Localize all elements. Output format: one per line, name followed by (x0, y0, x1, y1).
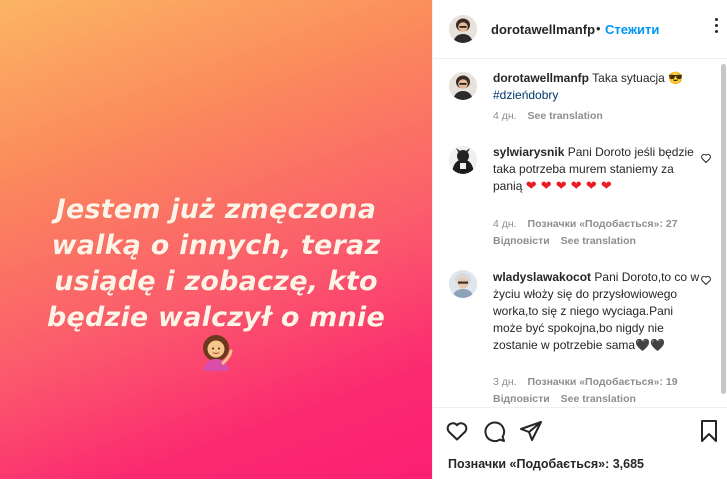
header-username[interactable]: dorotawellmanfp (491, 22, 595, 37)
comment-meta: 3 дн. Позначки «Подобається»: 19 (493, 376, 678, 388)
comments-list[interactable]: dorotawellmanfp Taka sytuacja 😎 #dzieńdo… (433, 59, 727, 406)
quote-text: Jestem już zmęczona walką o innych, tera… (14, 192, 418, 336)
follow-button[interactable]: Стежити (605, 22, 659, 37)
separator-dot: • (596, 21, 601, 36)
like-heart-icon[interactable] (445, 419, 469, 443)
scrollbar-thumb[interactable] (721, 64, 726, 394)
post-likes-count[interactable]: Позначки «Подобається»: 3,685 (448, 457, 644, 471)
comment-meta: 4 дн. Позначки «Подобається»: 27 (493, 218, 678, 230)
hashtag-link[interactable]: #dzieńdobry (493, 88, 558, 102)
see-translation-link[interactable]: See translation (561, 235, 636, 247)
comment-likes-count[interactable]: Позначки «Подобається»: 19 (528, 376, 678, 388)
reply-button[interactable]: Відповісти (493, 235, 550, 247)
more-options-icon[interactable] (712, 15, 720, 41)
profile-photo-icon (449, 146, 477, 174)
comment-username[interactable]: sylwiarysnik (493, 145, 564, 159)
profile-photo-icon (449, 15, 477, 43)
caption: dorotawellmanfp Taka sytuacja 😎 #dzieńdo… (433, 59, 713, 129)
profile-photo-icon (449, 270, 477, 298)
comment-actions: Відповісти See translation (493, 393, 636, 405)
avatar[interactable] (449, 72, 477, 100)
quote-line: Jestem już zmęczona (55, 194, 377, 225)
quote-line: walką o innych, teraz (51, 230, 381, 261)
reply-button[interactable]: Відповісти (493, 393, 550, 405)
avatar[interactable] (449, 146, 477, 174)
comment-text: sylwiarysnik Pani Doroto jeśli będzie ta… (493, 144, 703, 195)
caption-time: 4 дн. (493, 110, 517, 122)
comments-scrollbar[interactable] (720, 60, 727, 406)
caption-username[interactable]: dorotawellmanfp (493, 71, 589, 85)
comment-item: wladyslawakocot Pani Doroto,to co w życi… (433, 264, 727, 406)
caption-body: Taka sytuacja 😎 (592, 71, 684, 85)
share-icon[interactable] (519, 419, 543, 443)
post-image: Jestem już zmęczona walką o innych, tera… (0, 0, 432, 479)
red-hearts-emoji-icon: ❤ ❤ ❤ ❤ ❤ ❤ (525, 179, 612, 194)
comment-actions: Відповісти See translation (493, 235, 636, 247)
comment-time: 3 дн. (493, 376, 517, 388)
avatar[interactable] (449, 270, 477, 298)
post-header: dorotawellmanfp • Стежити (433, 0, 727, 59)
quote-line: będzie walczył o mnie (47, 302, 385, 333)
post-sidebar: dorotawellmanfp • Стежити dorotawellmanf… (432, 0, 727, 479)
comment-username[interactable]: wladyslawakocot (493, 270, 591, 284)
profile-photo-icon (449, 72, 477, 100)
quote-line: usiądę i zobaczę, kto (54, 266, 378, 297)
see-translation-link[interactable]: See translation (561, 393, 636, 405)
comment-text: wladyslawakocot Pani Doroto,to co w życi… (493, 269, 703, 354)
comment-time: 4 дн. (493, 218, 517, 230)
like-comment-heart-icon[interactable] (700, 152, 712, 164)
save-bookmark-icon[interactable] (697, 419, 721, 443)
see-translation-link[interactable]: See translation (528, 110, 603, 122)
caption-meta: 4 дн. See translation (493, 110, 603, 122)
woman-tipping-hand-emoji-icon (203, 335, 233, 371)
like-comment-heart-icon[interactable] (700, 274, 712, 286)
comment-icon[interactable] (482, 419, 506, 443)
comment-likes-count[interactable]: Позначки «Подобається»: 27 (528, 218, 678, 230)
caption-text: dorotawellmanfp Taka sytuacja 😎 #dzieńdo… (493, 70, 708, 104)
comment-item: sylwiarysnik Pani Doroto jeśli będzie ta… (433, 139, 727, 259)
avatar[interactable] (449, 15, 477, 43)
